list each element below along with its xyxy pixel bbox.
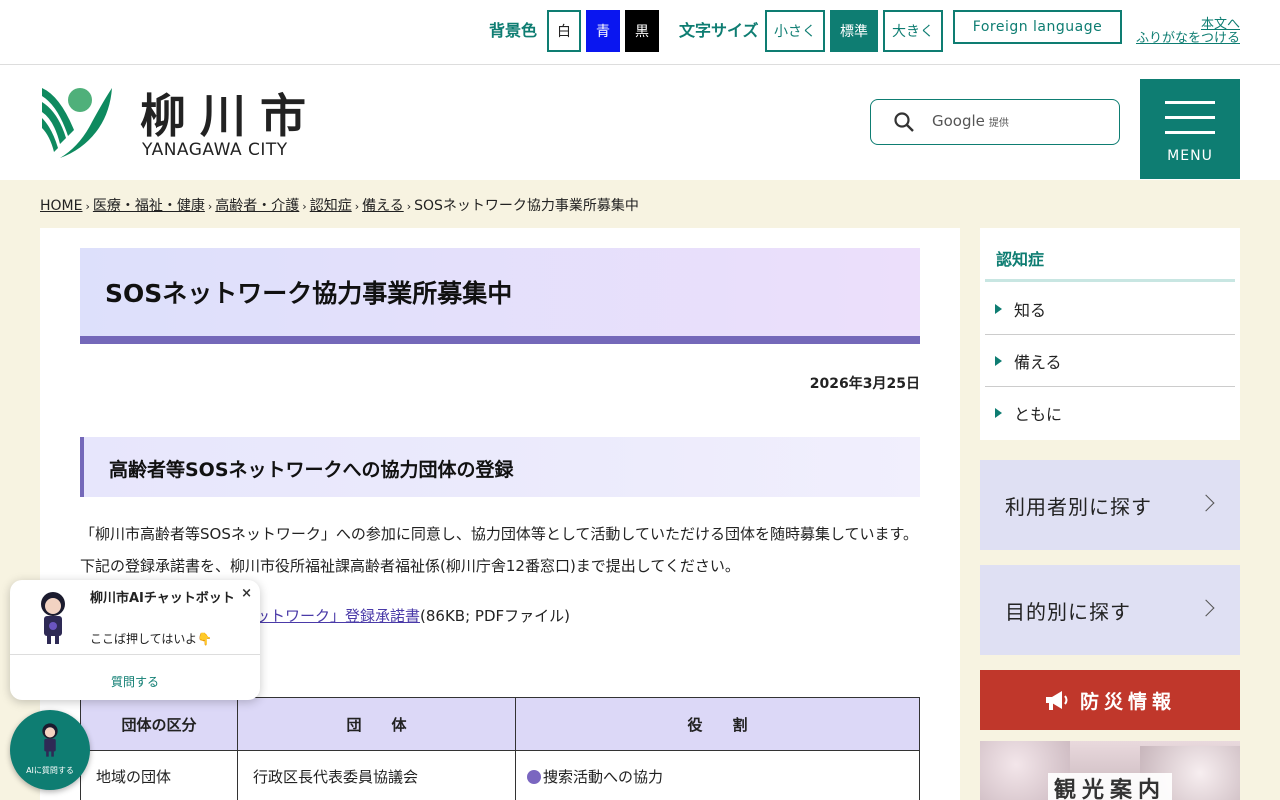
bg-black-button[interactable]: 黒 [625, 10, 659, 52]
chatbot-subtitle: ここば押してはいよ👇 [90, 632, 213, 646]
table-header: 団体の区分 [80, 697, 238, 751]
category-heading[interactable]: 認知症 [996, 246, 1044, 270]
table-cell-role: 捜索活動への協力 [515, 750, 920, 800]
section-heading-banner: 高齢者等SOSネットワークへの協力団体の登録 [80, 437, 920, 497]
chevron-right-icon [1197, 494, 1215, 512]
chatbot-launcher[interactable]: AIに質問する [10, 710, 90, 790]
skip-and-furigana: 本文へ ふりがなをつける [1132, 18, 1240, 46]
bg-white-button[interactable]: 白 [547, 10, 581, 52]
category-nav: 認知症 知る 備える ともに [980, 228, 1240, 440]
disaster-info-button[interactable]: 防災情報 [980, 670, 1240, 730]
menu-label: MENU [1167, 148, 1213, 164]
chatbot-avatar-icon [28, 590, 78, 650]
megaphone-icon [1044, 689, 1070, 711]
menu-button[interactable]: MENU [1140, 79, 1240, 179]
site-logo-english: YANAGAWA CITY [142, 140, 288, 160]
table-header-row: 団体の区分 団 体 役 割 [80, 697, 920, 751]
font-standard-button[interactable]: 標準 [830, 10, 878, 52]
table-header: 役 割 [515, 697, 920, 751]
site-header: 柳川市 YANAGAWA CITY Google 提供 MENU [0, 66, 1280, 180]
breadcrumb-home[interactable]: HOME [40, 198, 82, 214]
sidebar-item-prepare[interactable]: 備える [985, 335, 1235, 387]
furigana-link[interactable]: ふりがなをつける [1132, 32, 1240, 46]
chatbot-launcher-label: AIに質問する [26, 766, 74, 775]
triangle-right-icon [995, 355, 1002, 366]
section-heading: 高齢者等SOSネットワークへの協力団体の登録 [109, 459, 514, 481]
page-title: SOSネットワーク協力事業所募集中 [105, 279, 513, 308]
site-logo-japanese[interactable]: 柳川市 [140, 80, 320, 146]
chatbot-avatar-icon [34, 716, 66, 768]
breadcrumb-current: SOSネットワーク協力事業所募集中 [414, 198, 639, 214]
search-by-purpose-button[interactable]: 目的別に探す [980, 565, 1240, 655]
main-content: SOSネットワーク協力事業所募集中 2026年3月25日 高齢者等SOSネットワ… [40, 228, 960, 800]
organization-table: 団体の区分 団 体 役 割 地域の団体 行政区長代表委員協議会 捜索活動への協力 [80, 697, 920, 800]
intro-paragraph: 「柳川市高齢者等SOSネットワーク」への参加に同意し、協力団体等として活動してい… [80, 525, 919, 575]
city-emblem-icon[interactable] [40, 86, 114, 162]
table-row: 地域の団体 行政区長代表委員協議会 捜索活動への協力 [80, 750, 920, 800]
sidebar-item-together[interactable]: ともに [985, 387, 1235, 439]
category-divider [985, 279, 1235, 282]
chevron-right-icon [1197, 599, 1215, 617]
pdf-link[interactable]: ットワーク」登録承諾書 [255, 607, 420, 625]
site-search-box[interactable]: Google 提供 [870, 99, 1120, 145]
breadcrumb-elderly[interactable]: 高齢者・介護 [215, 198, 299, 214]
update-date: 2026年3月25日 [809, 376, 920, 392]
chatbot-popup: 柳川市AIチャットボット ここば押してはいよ👇 × 質問する [10, 580, 260, 700]
table-cell: 行政区長代表委員協議会 [237, 750, 516, 800]
chatbot-ask-button[interactable]: 質問する [10, 673, 260, 690]
utility-bar: 背景色 白 青 黒 文字サイズ 小さく 標準 大きく Foreign langu… [0, 0, 1280, 65]
triangle-right-icon [995, 303, 1002, 314]
bg-color-label: 背景色 [489, 21, 538, 40]
breadcrumb: HOME › 医療・福祉・健康 › 高齢者・介護 › 認知症 › 備える › SOSネットワーク協力… [40, 198, 639, 214]
breadcrumb-dementia[interactable]: 認知症 [310, 198, 352, 214]
pdf-meta: (86KB; PDFファイル) [420, 607, 570, 625]
font-size-label: 文字サイズ [679, 21, 759, 40]
sidebar-item-know[interactable]: 知る [985, 283, 1235, 335]
font-small-button[interactable]: 小さく [765, 10, 825, 52]
search-by-user-button[interactable]: 利用者別に探す [980, 460, 1240, 550]
tourism-banner[interactable]: 観光案内 [980, 741, 1240, 800]
breadcrumb-welfare[interactable]: 医療・福祉・健康 [93, 198, 205, 214]
font-large-button[interactable]: 大きく [883, 10, 943, 52]
skip-to-content-link[interactable]: 本文へ [1132, 18, 1240, 32]
chatbot-title: 柳川市AIチャットボット [90, 591, 235, 606]
search-placeholder: Google 提供 [932, 112, 1009, 130]
triangle-right-icon [995, 408, 1002, 418]
tourism-label: 観光案内 [1048, 773, 1172, 800]
bg-blue-button[interactable]: 青 [586, 10, 620, 52]
bullet-dot-icon [527, 770, 541, 784]
foreign-language-button[interactable]: Foreign language [953, 10, 1122, 44]
search-icon[interactable] [893, 111, 915, 137]
close-icon[interactable]: × [241, 586, 252, 601]
hamburger-icon [1165, 101, 1215, 146]
page-title-banner: SOSネットワーク協力事業所募集中 [80, 248, 920, 344]
table-cell: 地域の団体 [80, 750, 238, 800]
table-header: 団 体 [237, 697, 516, 751]
chatbot-divider [10, 654, 260, 655]
breadcrumb-prepare[interactable]: 備える [362, 198, 404, 214]
